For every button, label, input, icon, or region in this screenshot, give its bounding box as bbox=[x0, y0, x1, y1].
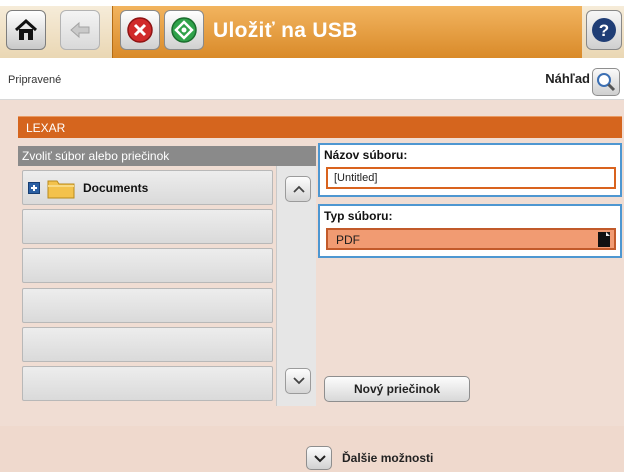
list-item[interactable] bbox=[22, 327, 273, 362]
back-button[interactable] bbox=[60, 10, 100, 50]
file-name-panel: Názov súboru: [Untitled] bbox=[318, 143, 622, 197]
help-icon: ? bbox=[592, 18, 616, 42]
list-item[interactable] bbox=[22, 209, 273, 244]
stop-button[interactable] bbox=[120, 10, 160, 50]
chevron-down-icon bbox=[314, 455, 326, 463]
chevron-up-icon bbox=[293, 185, 305, 193]
stop-icon bbox=[127, 17, 153, 43]
file-list: Documents bbox=[18, 166, 276, 406]
more-options-label[interactable]: Ďalšie možnosti bbox=[342, 451, 433, 465]
top-toolbar: Uložiť na USB ? bbox=[0, 0, 624, 64]
scrollbar[interactable] bbox=[276, 166, 316, 406]
scroll-down-button[interactable] bbox=[285, 368, 311, 394]
back-icon bbox=[70, 21, 90, 39]
help-button[interactable]: ? bbox=[586, 10, 622, 50]
file-type-label: Typ súboru: bbox=[324, 209, 393, 223]
file-name-field[interactable]: [Untitled] bbox=[326, 167, 616, 189]
device-name: LEXAR bbox=[26, 121, 66, 135]
file-type-select[interactable]: PDF bbox=[326, 228, 616, 250]
magnifier-icon bbox=[597, 73, 616, 92]
file-browser-header: Zvoliť súbor alebo priečinok bbox=[18, 146, 316, 166]
list-item[interactable] bbox=[22, 288, 273, 323]
page-title: Uložiť na USB bbox=[213, 19, 358, 42]
expand-icon[interactable] bbox=[28, 182, 40, 194]
start-button[interactable] bbox=[164, 10, 204, 50]
file-type-panel: Typ súboru: PDF bbox=[318, 204, 622, 258]
file-type-value: PDF bbox=[336, 233, 360, 247]
file-name-label: Názov súboru: bbox=[324, 148, 408, 162]
status-text: Pripravené bbox=[8, 74, 62, 86]
start-icon bbox=[171, 17, 197, 43]
folder-icon bbox=[47, 180, 75, 199]
document-icon bbox=[598, 232, 610, 247]
new-folder-button[interactable]: Nový priečinok bbox=[324, 376, 470, 402]
list-item[interactable] bbox=[22, 366, 273, 401]
more-options-button[interactable] bbox=[306, 446, 332, 470]
file-browser-title: Zvoliť súbor alebo priečinok bbox=[22, 149, 170, 163]
status-bar: Pripravené Náhľad bbox=[0, 64, 624, 100]
list-item-label: Documents bbox=[83, 181, 149, 195]
svg-text:?: ? bbox=[599, 21, 609, 40]
device-header: LEXAR bbox=[18, 116, 622, 138]
chevron-down-icon bbox=[293, 377, 305, 385]
preview-button[interactable] bbox=[592, 68, 620, 96]
home-button[interactable] bbox=[6, 10, 46, 50]
home-icon bbox=[14, 18, 38, 40]
list-item[interactable]: Documents bbox=[22, 170, 273, 205]
preview-label: Náhľad bbox=[545, 71, 590, 86]
list-item[interactable] bbox=[22, 248, 273, 283]
scroll-up-button[interactable] bbox=[285, 176, 311, 202]
